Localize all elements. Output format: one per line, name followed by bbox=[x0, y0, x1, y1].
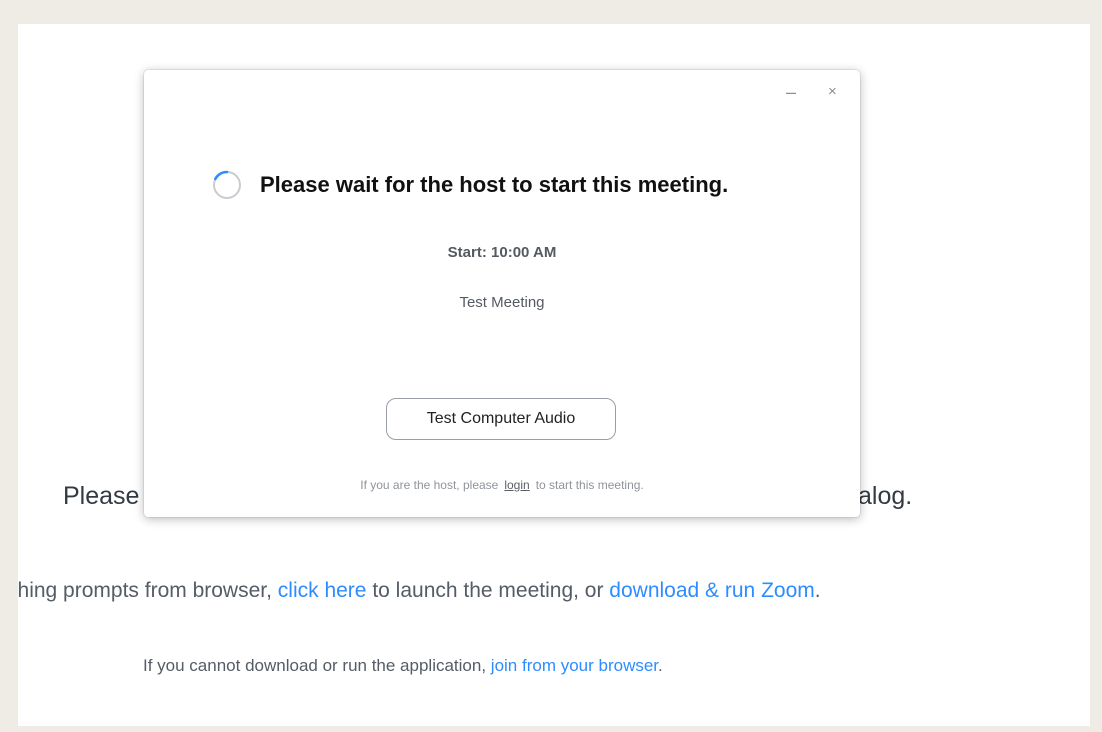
meeting-start-time: Start: 10:00 AM bbox=[447, 244, 557, 261]
test-computer-audio-button[interactable]: Test Computer Audio bbox=[386, 398, 616, 440]
login-link[interactable]: login bbox=[504, 478, 529, 492]
browser-prompt-prefix: othing prompts from browser, bbox=[18, 579, 278, 602]
host-login-note: If you are the host, please login to start… bbox=[144, 478, 860, 492]
host-note-suffix: to start this meeting. bbox=[535, 478, 644, 492]
host-note-prefix: If you are the host, please bbox=[360, 478, 499, 492]
join-browser-line: If you cannot download or run the applic… bbox=[143, 656, 663, 676]
launch-instruction-left: Please bbox=[63, 482, 140, 510]
join-browser-prefix: If you cannot download or run the applic… bbox=[143, 656, 491, 675]
join-from-browser-link[interactable]: join from your browser bbox=[491, 656, 658, 675]
close-button[interactable]: × bbox=[828, 82, 837, 102]
wait-title: Please wait for the host to start this m… bbox=[260, 172, 729, 197]
launch-instruction-right: alog. bbox=[858, 482, 913, 510]
minimize-button[interactable]: – bbox=[786, 82, 796, 102]
wait-header: Please wait for the host to start this m… bbox=[212, 170, 728, 200]
browser-prompt-middle: to launch the meeting, or bbox=[366, 579, 610, 602]
waiting-for-host-dialog: – × Please wait for the host to start th… bbox=[144, 70, 860, 517]
browser-prompt-line: othing prompts from browser, click here … bbox=[18, 579, 821, 603]
click-here-link[interactable]: click here bbox=[278, 579, 367, 602]
browser-prompt-suffix: . bbox=[814, 579, 821, 602]
loading-spinner-icon bbox=[213, 170, 241, 199]
join-browser-suffix: . bbox=[658, 656, 663, 675]
meeting-name: Test Meeting bbox=[459, 294, 545, 311]
download-run-zoom-link[interactable]: download & run Zoom bbox=[609, 579, 814, 602]
